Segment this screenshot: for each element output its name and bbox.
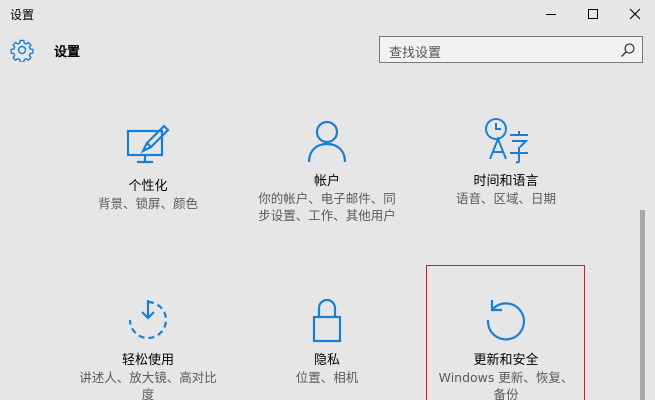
tile-description: 讲述人、放大镜、高对比度 <box>79 370 217 400</box>
minimize-button[interactable] <box>528 0 574 28</box>
settings-window: 设置 设置 查找设置 个性化 背景、锁屏、颜色 帐户 你的帐户、电子邮件、同步设… <box>0 0 655 400</box>
tile-privacy[interactable]: 隐私 位置、相机 <box>247 296 407 386</box>
maximize-icon <box>588 9 598 19</box>
gear-icon <box>10 39 34 62</box>
window-title: 设置 <box>10 8 35 22</box>
header: 设置 查找设置 <box>0 32 655 66</box>
tile-name: 时间和语言 <box>473 174 539 189</box>
tile-personalization[interactable]: 个性化 背景、锁屏、颜色 <box>68 122 228 212</box>
vertical-scrollbar[interactable] <box>640 70 645 400</box>
close-button[interactable] <box>612 0 655 28</box>
tile-description: 背景、锁屏、颜色 <box>97 196 198 211</box>
tile-time-language[interactable]: 时间和语言 语音、区域、日期 <box>426 117 586 207</box>
tile-accounts[interactable]: 帐户 你的帐户、电子邮件、同步设置、工作、其他用户 <box>247 117 407 224</box>
personalization-icon <box>126 124 170 164</box>
tile-description: 语音、区域、日期 <box>455 191 556 206</box>
accounts-icon <box>307 120 347 163</box>
tile-description: 位置、相机 <box>295 370 359 385</box>
tile-description: 你的帐户、电子邮件、同步设置、工作、其他用户 <box>258 191 396 223</box>
close-icon <box>629 8 641 20</box>
title-bar: 设置 <box>0 0 655 28</box>
tile-name: 隐私 <box>313 353 340 368</box>
scrollbar-thumb[interactable] <box>640 210 645 400</box>
ease-of-access-icon <box>128 300 168 340</box>
time-language-icon <box>485 118 529 164</box>
search-input[interactable]: 查找设置 <box>379 36 643 63</box>
tile-name: 个性化 <box>128 179 168 194</box>
search-placeholder: 查找设置 <box>389 46 442 61</box>
maximize-button[interactable] <box>570 0 616 28</box>
tile-ease-of-access[interactable]: 轻松使用 讲述人、放大镜、高对比度 <box>68 296 228 400</box>
search-icon[interactable] <box>620 42 636 58</box>
tile-name: 轻松使用 <box>121 353 174 368</box>
page-title: 设置 <box>54 45 81 60</box>
highlight-box <box>426 265 585 400</box>
tile-name: 帐户 <box>313 174 340 189</box>
privacy-icon <box>312 298 342 343</box>
minimize-icon <box>546 14 556 15</box>
